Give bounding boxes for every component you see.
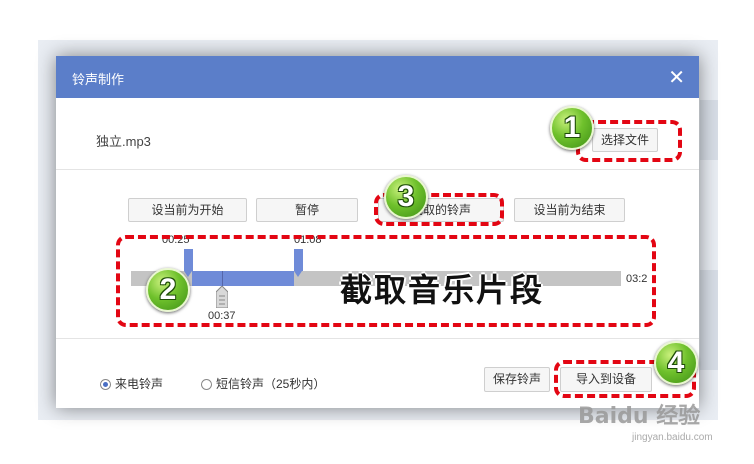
pause-button[interactable]: 暂停 — [256, 198, 358, 222]
background-scroll-strip — [700, 270, 718, 370]
sms-ringtone-label: 短信铃声（25秒内） — [216, 377, 326, 391]
set-start-button[interactable]: 设当前为开始 — [128, 198, 247, 222]
title-bar: 铃声制作 ✕ — [56, 56, 699, 98]
step-badge-1: 1 — [550, 106, 594, 150]
file-name: 独立.mp3 — [96, 134, 151, 149]
set-end-button[interactable]: 设当前为结束 — [514, 198, 625, 222]
step-badge-4: 4 — [654, 341, 698, 385]
dialog-title: 铃声制作 — [72, 72, 125, 87]
radio-dot-icon — [100, 379, 111, 390]
ringtone-dialog: 铃声制作 ✕ 独立.mp3 选择文件 设当前为开始 暂停 截取的铃声 设当前为结… — [56, 56, 699, 408]
watermark-url: jingyan.baidu.com — [632, 432, 713, 443]
sms-ringtone-radio[interactable]: 短信铃声（25秒内） — [201, 375, 325, 392]
close-icon[interactable]: ✕ — [668, 65, 685, 90]
baidu-watermark: Baidu 经验 — [578, 404, 701, 429]
background-scroll-strip — [700, 100, 718, 160]
incoming-ringtone-label: 来电铃声 — [115, 377, 164, 391]
incoming-ringtone-radio[interactable]: 来电铃声 — [100, 375, 163, 392]
radio-dot-icon — [201, 379, 212, 390]
annotation-caption: 截取音乐片段 — [340, 271, 545, 309]
save-ringtone-button[interactable]: 保存铃声 — [484, 367, 550, 392]
step-badge-3: 3 — [384, 175, 428, 219]
step-badge-2: 2 — [146, 268, 190, 312]
